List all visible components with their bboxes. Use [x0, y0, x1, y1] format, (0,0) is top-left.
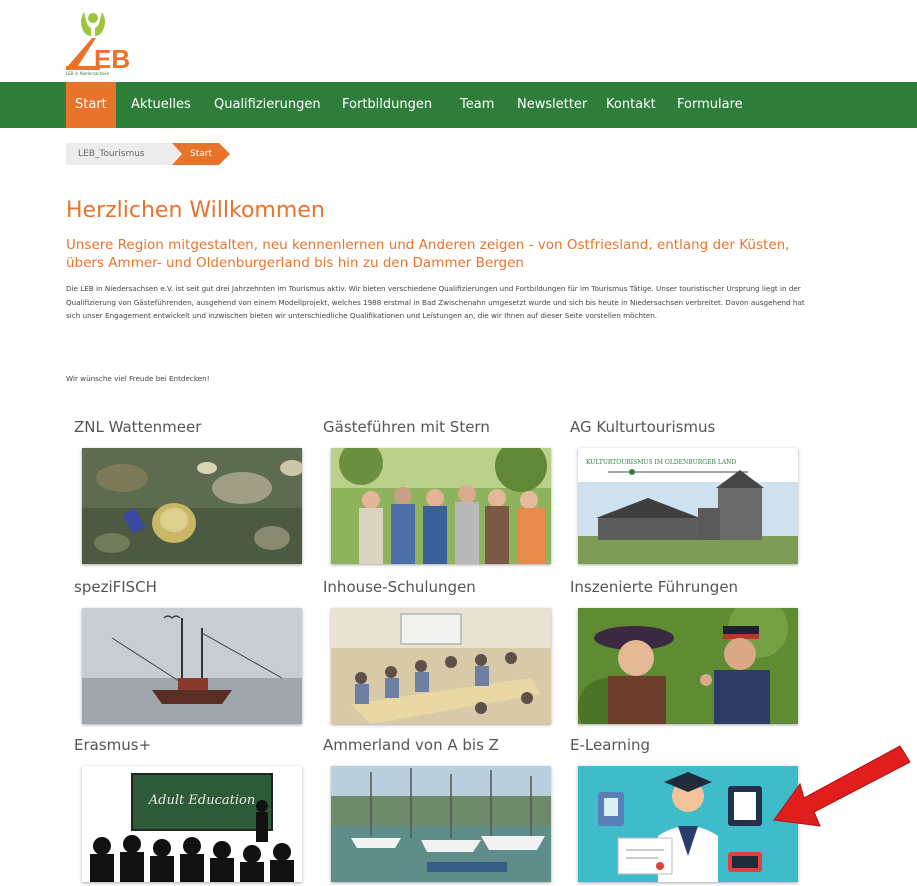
- nav-fortbildungen[interactable]: Fortbildungen: [333, 82, 441, 128]
- tile-ammerland-von-a-bis-z[interactable]: Ammerland von A bis Z: [323, 736, 555, 886]
- tile-title: Ammerland von A bis Z: [323, 736, 499, 754]
- kulturtourismus-banner-text: KULTURTOURISMUS IM OLDENBURGER LAND: [586, 459, 736, 466]
- nav-newsletter[interactable]: Newsletter: [508, 82, 596, 128]
- intro-paragraph: Die LEB in Niedersachsen e.V. ist seit g…: [66, 284, 805, 321]
- tour-group-photo: [331, 448, 551, 564]
- page-subtitle: Unsere Region mitgestalten, neu kennenle…: [66, 237, 790, 271]
- nav-aktuelles[interactable]: Aktuelles: [122, 82, 200, 128]
- closing-text: Wir wünsche viel Freude bei Entdecken!: [66, 374, 210, 383]
- nav-qualifizierungen[interactable]: Qualifizierungen: [205, 82, 330, 128]
- nav-start[interactable]: Start: [66, 82, 116, 128]
- leb-logo[interactable]: EB LEB in Niedersachsen: [62, 8, 142, 76]
- harbor-boats-photo: [331, 766, 551, 882]
- seminar-room-photo: [331, 608, 551, 724]
- page-title: Herzlichen Willkommen: [66, 198, 325, 223]
- adult-education-graphic: Adult Education: [82, 766, 302, 882]
- tile-title: Inhouse-Schulungen: [323, 578, 476, 596]
- tile-znl-wattenmeer[interactable]: ZNL Wattenmeer: [74, 418, 306, 568]
- costumed-guides-photo: [578, 608, 798, 724]
- tile-inszenierte-fuehrungen[interactable]: Inszenierte Führungen: [570, 578, 802, 728]
- mudflat-shells-photo: [82, 448, 302, 564]
- tile-spezifisch[interactable]: speziFISCH: [74, 578, 306, 728]
- tile-title: Erasmus+: [74, 736, 152, 754]
- fishing-boat-photo: [82, 608, 302, 724]
- main-navigation: Start Aktuelles Qualifizierungen Fortbil…: [0, 82, 917, 128]
- red-arrow-pointer-icon: [768, 740, 914, 835]
- nav-kontakt[interactable]: Kontakt: [597, 82, 665, 128]
- tile-inhouse-schulungen[interactable]: Inhouse-Schulungen: [323, 578, 555, 728]
- tile-title: E-Learning: [570, 736, 651, 754]
- svg-text:EB: EB: [94, 44, 130, 74]
- church-photo: KULTURTOURISMUS IM OLDENBURGER LAND: [578, 448, 798, 564]
- e-learning-graphic: [578, 766, 798, 882]
- tile-title: ZNL Wattenmeer: [74, 418, 202, 436]
- tile-erasmus[interactable]: Erasmus+ Adult Education: [74, 736, 306, 886]
- nav-formulare[interactable]: Formulare: [668, 82, 752, 128]
- tile-ag-kulturtourismus[interactable]: AG Kulturtourismus KULTURTOURISMUS IM OL…: [570, 418, 802, 568]
- chalkboard-text: Adult Education: [148, 793, 255, 808]
- tile-gaestefuehren-mit-stern[interactable]: Gästeführen mit Stern: [323, 418, 555, 568]
- nav-team[interactable]: Team: [451, 82, 503, 128]
- tile-title: AG Kulturtourismus: [570, 418, 716, 436]
- tile-title: Inszenierte Führungen: [570, 578, 739, 596]
- breadcrumb-item-leb-tourismus[interactable]: LEB_Tourismus: [66, 143, 183, 165]
- tile-title: speziFISCH: [74, 578, 157, 596]
- logo-small-text: LEB in Niedersachsen: [66, 71, 110, 76]
- tile-title: Gästeführen mit Stern: [323, 418, 490, 436]
